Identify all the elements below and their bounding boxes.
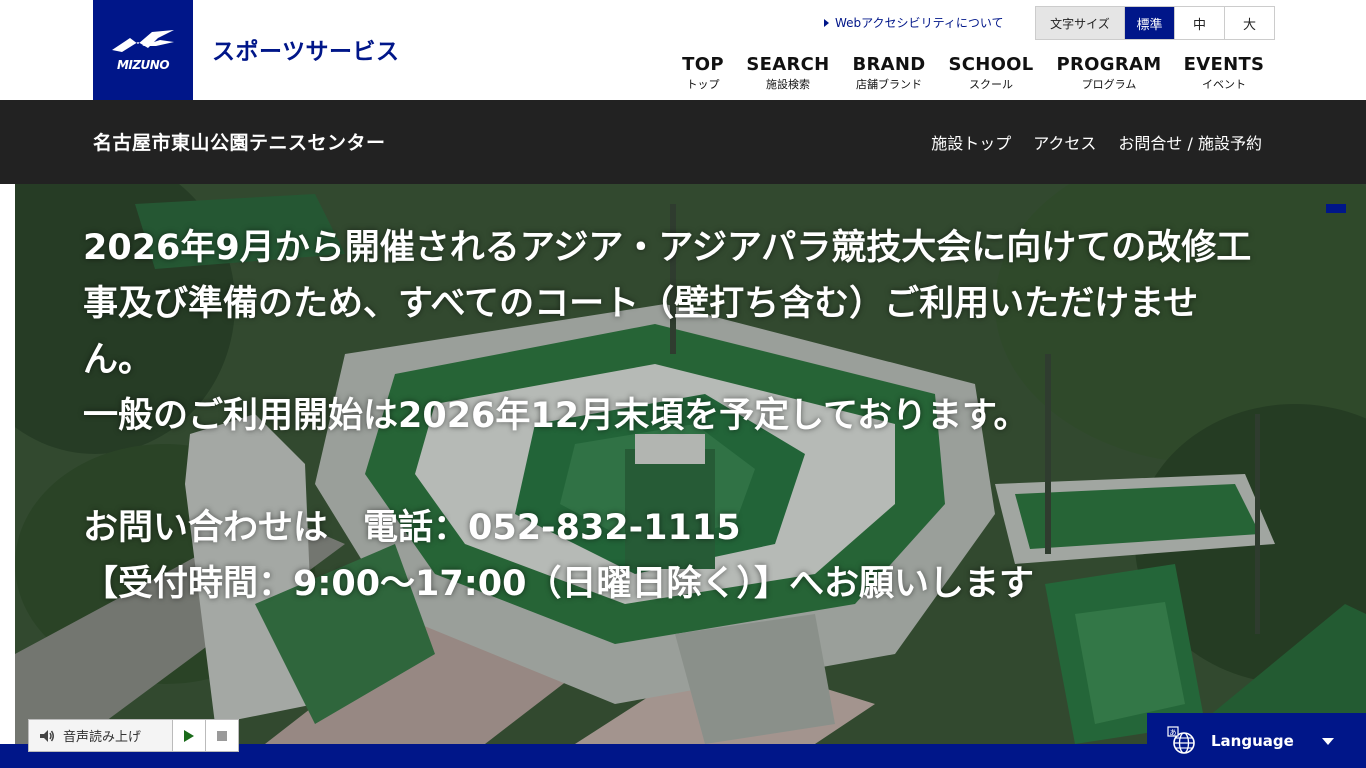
facility-name[interactable]: 名古屋市東山公園テニスセンター bbox=[93, 128, 386, 155]
nav-brand[interactable]: BRAND 店舗ブランド bbox=[850, 54, 928, 92]
nav-program-en: PROGRAM bbox=[1056, 54, 1162, 75]
nav-search-jp: 施設検索 bbox=[766, 78, 810, 91]
notice-text: 2026年9月から開催されるアジア・アジアパラ競技大会に向けての改修工 事及び準… bbox=[83, 220, 1363, 612]
nav-school-jp: スクール bbox=[969, 78, 1013, 91]
nav-brand-en: BRAND bbox=[852, 54, 926, 75]
globe-language-icon: あ bbox=[1167, 725, 1195, 754]
nav-events[interactable]: EVENTS イベント bbox=[1182, 54, 1266, 92]
facility-top-link[interactable]: 施設トップ bbox=[931, 130, 1011, 154]
triangle-right-icon bbox=[824, 18, 829, 27]
notice-line-1: 2026年9月から開催されるアジア・アジアパラ競技大会に向けての改修工 bbox=[83, 228, 1252, 268]
notice-line-3: ん。 bbox=[83, 340, 154, 380]
nav-search-en: SEARCH bbox=[746, 54, 830, 75]
hero-banner: 2026年9月から開催されるアジア・アジアパラ競技大会に向けての改修工 事及び準… bbox=[15, 184, 1366, 744]
access-link[interactable]: アクセス bbox=[1033, 130, 1096, 154]
notice-line-4: 一般のご利用開始は2026年12月末頃を予定しております。 bbox=[83, 396, 1029, 436]
notice-line-hours: 【受付時間：9:00～17:00（日曜日除く）】へお願いします bbox=[83, 564, 1034, 604]
font-size-standard-button[interactable]: 標準 bbox=[1124, 7, 1174, 39]
speaker-icon bbox=[40, 729, 54, 742]
tts-play-button[interactable] bbox=[172, 720, 205, 751]
notice-line-blank bbox=[83, 444, 1363, 500]
nav-events-en: EVENTS bbox=[1183, 54, 1265, 75]
nav-top[interactable]: TOP トップ bbox=[681, 54, 725, 92]
notice-line-contact: お問い合わせは 電話：052-832-1115 bbox=[83, 508, 741, 548]
accessibility-link-label: Webアクセシビリティについて bbox=[835, 16, 1004, 30]
nav-top-jp: トップ bbox=[686, 78, 720, 91]
brand-name[interactable]: スポーツサービス bbox=[212, 32, 400, 66]
mizuno-runbird-icon bbox=[112, 30, 174, 52]
nav-events-jp: イベント bbox=[1202, 78, 1246, 91]
font-size-medium-button[interactable]: 中 bbox=[1174, 7, 1224, 39]
facility-bar: 名古屋市東山公園テニスセンター 施設トップ アクセス お問合せ / 施設予約 bbox=[0, 100, 1366, 184]
font-size-switcher: 文字サイズ 標準 中 大 bbox=[1035, 6, 1275, 40]
tts-stop-button[interactable] bbox=[205, 720, 238, 751]
svg-text:あ: あ bbox=[1170, 728, 1177, 736]
play-icon bbox=[184, 729, 194, 742]
nav-school-en: SCHOOL bbox=[948, 54, 1034, 75]
nav-program-jp: プログラム bbox=[1081, 78, 1137, 91]
language-selector[interactable]: あ Language bbox=[1147, 713, 1366, 768]
notice-line-2: 事及び準備のため、すべてのコート（壁打ち含む）ご利用いただけませ bbox=[83, 284, 1199, 324]
nav-brand-jp: 店舗ブランド bbox=[856, 78, 922, 91]
logo-wordmark: MIZUNO bbox=[116, 58, 170, 72]
tts-read-aloud-button[interactable]: 音声読み上げ bbox=[29, 720, 172, 751]
font-size-large-button[interactable]: 大 bbox=[1224, 7, 1274, 39]
chevron-down-icon bbox=[1322, 738, 1334, 745]
nav-search[interactable]: SEARCH 施設検索 bbox=[745, 54, 831, 92]
accessibility-link[interactable]: Webアクセシビリティについて bbox=[824, 14, 1003, 31]
language-label: Language bbox=[1211, 731, 1294, 750]
nav-program[interactable]: PROGRAM プログラム bbox=[1055, 54, 1163, 92]
text-to-speech-widget: 音声読み上げ bbox=[28, 719, 239, 752]
nav-school[interactable]: SCHOOL スクール bbox=[946, 54, 1036, 92]
tts-label: 音声読み上げ bbox=[63, 730, 142, 745]
slide-indicator[interactable] bbox=[1326, 204, 1346, 213]
stop-icon bbox=[217, 730, 227, 741]
contact-reservation-link[interactable]: お問合せ / 施設予約 bbox=[1118, 130, 1262, 154]
site-header: MIZUNO スポーツサービス Webアクセシビリティについて 文字サイズ 標準… bbox=[0, 0, 1366, 100]
mizuno-logo[interactable]: MIZUNO bbox=[93, 0, 193, 100]
facility-nav: 施設トップ アクセス お問合せ / 施設予約 bbox=[931, 130, 1262, 154]
font-size-label: 文字サイズ bbox=[1036, 7, 1124, 39]
nav-top-en: TOP bbox=[682, 54, 724, 75]
